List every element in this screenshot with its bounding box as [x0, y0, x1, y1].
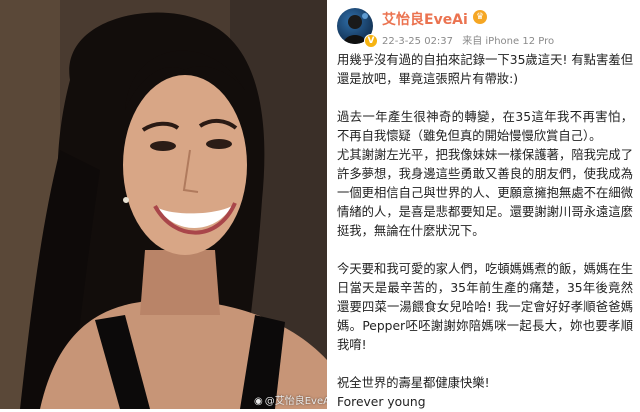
verified-badge-icon: V — [364, 34, 378, 48]
post-paragraph: 祝全世界的壽星都健康快樂! — [337, 376, 490, 390]
post-source: 来自 iPhone 12 Pro — [462, 36, 555, 47]
photo-watermark: ◉ @艾怡良EveAi — [254, 396, 327, 407]
selfie-photo[interactable]: ◉ @艾怡良EveAi — [0, 0, 327, 409]
weibo-logo-icon: ◉ — [254, 396, 263, 407]
post-paragraph: 尤其謝謝左光平，把我像妹妹一樣保護著，陪我完成了許多夢想，我身邊這些勇敢又善良的… — [337, 148, 633, 238]
author-name[interactable]: 艾怡良EveAi — [382, 9, 468, 29]
post-paragraph: 用幾乎沒有過的自拍來記錄一下35歲這天! 有點害羞但還是放吧，畢竟這張照片有帶妝… — [337, 53, 633, 86]
post-meta: 22-3-25 02:37 来自 iPhone 12 Pro — [382, 32, 560, 47]
vip-crown-icon: ♛ — [473, 10, 487, 24]
weibo-post: V 艾怡良EveAi ♛ 22-3-25 02:37 来自 iPhone 12 … — [327, 0, 640, 409]
post-paragraph: Forever young — [337, 395, 426, 409]
post-time: 22-3-25 02:37 — [382, 36, 454, 47]
post-body: 用幾乎沒有過的自拍來記錄一下35歲這天! 有點害羞但還是放吧，畢竟這張照片有帶妝… — [337, 51, 633, 412]
post-paragraph: 今天要和我可愛的家人們，吃頓媽媽煮的飯，媽媽在生日當天是最辛苦的，35年前生產的… — [337, 262, 633, 352]
selfie-illustration — [0, 0, 327, 409]
post-paragraph: 過去一年產生很神奇的轉變，在35這年我不再害怕，不再自我懷疑（雖免但真的開始慢慢… — [337, 110, 633, 143]
